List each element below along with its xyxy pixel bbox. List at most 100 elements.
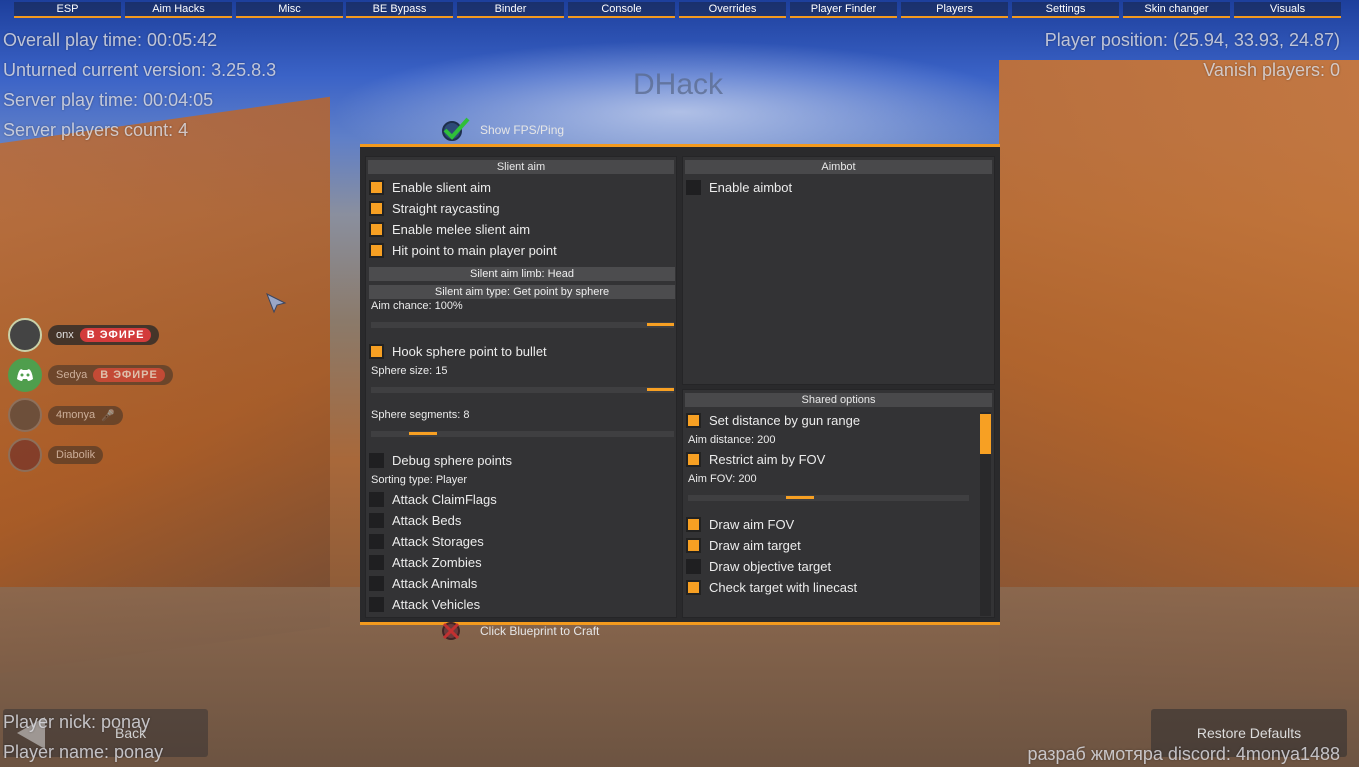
tab-esp[interactable]: ESP: [14, 2, 121, 18]
voice-user-name: 4monya: [56, 409, 96, 421]
silent-aim-limb-button[interactable]: Silent aim limb: Head: [369, 267, 675, 281]
checkbox[interactable]: [369, 242, 384, 258]
draw-target-toggle[interactable]: Draw aim target: [686, 536, 801, 554]
game-version: Unturned current version: 3.25.8.3: [3, 60, 277, 80]
check-icon: [442, 117, 470, 141]
check-linecast-toggle[interactable]: Check target with linecast: [686, 578, 857, 596]
draw-objective-toggle[interactable]: Draw objective target: [686, 557, 831, 575]
checkbox[interactable]: [686, 516, 701, 532]
checkbox[interactable]: [369, 575, 384, 591]
draw-fov-label: Draw aim FOV: [709, 516, 795, 532]
attack-animals-label: Attack Animals: [392, 575, 478, 591]
silent-aim-header: Slient aim: [368, 160, 674, 174]
tab-skin-changer[interactable]: Skin changer: [1123, 2, 1230, 18]
melee-silent-aim-label: Enable melee slient aim: [392, 221, 531, 237]
sphere-size-slider[interactable]: [371, 387, 674, 393]
attack-zombies-label: Attack Zombies: [392, 554, 482, 570]
voice-user-badge: 4monya 🎤: [48, 405, 123, 425]
attack-claimflags-toggle[interactable]: Attack ClaimFlags: [369, 490, 497, 508]
slider-thumb[interactable]: [647, 388, 674, 391]
checkbox[interactable]: [369, 491, 384, 507]
shared-options-section: Shared options Set distance by gun range…: [682, 389, 995, 618]
shared-options-scrollbar[interactable]: [980, 412, 991, 616]
tab-players[interactable]: Players: [901, 2, 1008, 18]
aimbot-header: Aimbot: [685, 160, 992, 174]
enable-silent-aim-toggle[interactable]: Enable slient aim: [369, 178, 491, 196]
tab-player-finder[interactable]: Player Finder: [790, 2, 897, 18]
tab-settings[interactable]: Settings: [1012, 2, 1119, 18]
tab-be-bypass[interactable]: BE Bypass: [346, 2, 453, 18]
checkbox[interactable]: [369, 343, 384, 359]
aim-chance-slider[interactable]: [371, 322, 674, 328]
melee-silent-aim-toggle[interactable]: Enable melee slient aim: [369, 220, 530, 238]
tab-visuals[interactable]: Visuals: [1234, 2, 1341, 18]
aimbot-section: Aimbot Enable aimbot: [682, 156, 995, 385]
live-badge: В ЭФИРЕ: [93, 368, 165, 382]
hit-point-toggle[interactable]: Hit point to main player point: [369, 241, 557, 259]
attack-beds-toggle[interactable]: Attack Beds: [369, 511, 461, 529]
tab-binder[interactable]: Binder: [457, 2, 564, 18]
straight-raycasting-label: Straight raycasting: [392, 200, 500, 216]
click-blueprint-hint: Click Blueprint to Craft: [440, 620, 599, 642]
attack-animals-toggle[interactable]: Attack Animals: [369, 574, 477, 592]
checkbox[interactable]: [369, 221, 384, 237]
attack-zombies-toggle[interactable]: Attack Zombies: [369, 553, 482, 571]
player-position: Player position: (25.94, 33.93, 24.87): [1044, 30, 1340, 50]
set-distance-label: Set distance by gun range: [709, 412, 861, 428]
check-linecast-label: Check target with linecast: [709, 579, 858, 595]
checkbox[interactable]: [686, 537, 701, 553]
checkbox[interactable]: [686, 579, 701, 595]
straight-raycasting-toggle[interactable]: Straight raycasting: [369, 199, 500, 217]
player-nick: Player nick: ponay: [3, 712, 151, 732]
slider-thumb[interactable]: [409, 432, 437, 435]
shared-options-header: Shared options: [685, 393, 992, 407]
set-distance-toggle[interactable]: Set distance by gun range: [686, 411, 860, 429]
background-wall-right: [999, 60, 1359, 700]
attack-vehicles-toggle[interactable]: Attack Vehicles: [369, 595, 480, 613]
avatar: [8, 318, 42, 352]
scrollbar-thumb[interactable]: [980, 414, 991, 454]
checkbox[interactable]: [369, 533, 384, 549]
enable-silent-aim-label: Enable slient aim: [392, 179, 491, 195]
slider-thumb[interactable]: [786, 496, 814, 499]
sphere-segments-slider[interactable]: [371, 431, 674, 437]
enable-aimbot-toggle[interactable]: Enable aimbot: [686, 178, 792, 196]
checkbox[interactable]: [369, 200, 384, 216]
attack-beds-label: Attack Beds: [392, 512, 462, 528]
sorting-type-label[interactable]: Sorting type: Player: [371, 474, 467, 486]
aim-fov-slider[interactable]: [688, 495, 969, 501]
checkbox[interactable]: [686, 451, 701, 467]
attack-vehicles-label: Attack Vehicles: [392, 596, 481, 612]
draw-target-label: Draw aim target: [709, 537, 801, 553]
click-blueprint-label: Click Blueprint to Craft: [480, 624, 600, 638]
hook-sphere-toggle[interactable]: Hook sphere point to bullet: [369, 342, 547, 360]
tab-misc[interactable]: Misc: [236, 2, 343, 18]
silent-aim-type-button[interactable]: Silent aim type: Get point by sphere: [369, 285, 675, 299]
checkbox[interactable]: [369, 179, 384, 195]
checkbox[interactable]: [686, 558, 701, 574]
live-badge: В ЭФИРЕ: [79, 328, 152, 342]
muted-mic-icon: 🎤: [101, 409, 115, 422]
attack-storages-toggle[interactable]: Attack Storages: [369, 532, 484, 550]
voice-user: Diabolik: [8, 437, 104, 473]
slider-thumb[interactable]: [647, 323, 674, 326]
checkbox[interactable]: [369, 452, 384, 468]
checkbox[interactable]: [686, 412, 701, 428]
restrict-fov-toggle[interactable]: Restrict aim by FOV: [686, 450, 825, 468]
checkbox[interactable]: [369, 596, 384, 612]
attack-storages-label: Attack Storages: [392, 533, 484, 549]
voice-user: 4monya 🎤: [8, 397, 123, 433]
checkbox[interactable]: [369, 512, 384, 528]
tab-console[interactable]: Console: [568, 2, 675, 18]
tab-overrides[interactable]: Overrides: [679, 2, 786, 18]
tab-aim-hacks[interactable]: Aim Hacks: [125, 2, 232, 18]
checkbox[interactable]: [369, 554, 384, 570]
draw-fov-toggle[interactable]: Draw aim FOV: [686, 515, 794, 533]
checkbox[interactable]: [686, 179, 701, 195]
show-fps-toggle[interactable]: Show FPS/Ping: [440, 116, 564, 144]
avatar: [8, 398, 42, 432]
debug-sphere-toggle[interactable]: Debug sphere points: [369, 451, 512, 469]
voice-user-name: Sedya: [56, 369, 88, 381]
voice-user: Sedya В ЭФИРЕ: [8, 357, 173, 393]
draw-objective-label: Draw objective target: [709, 558, 832, 574]
